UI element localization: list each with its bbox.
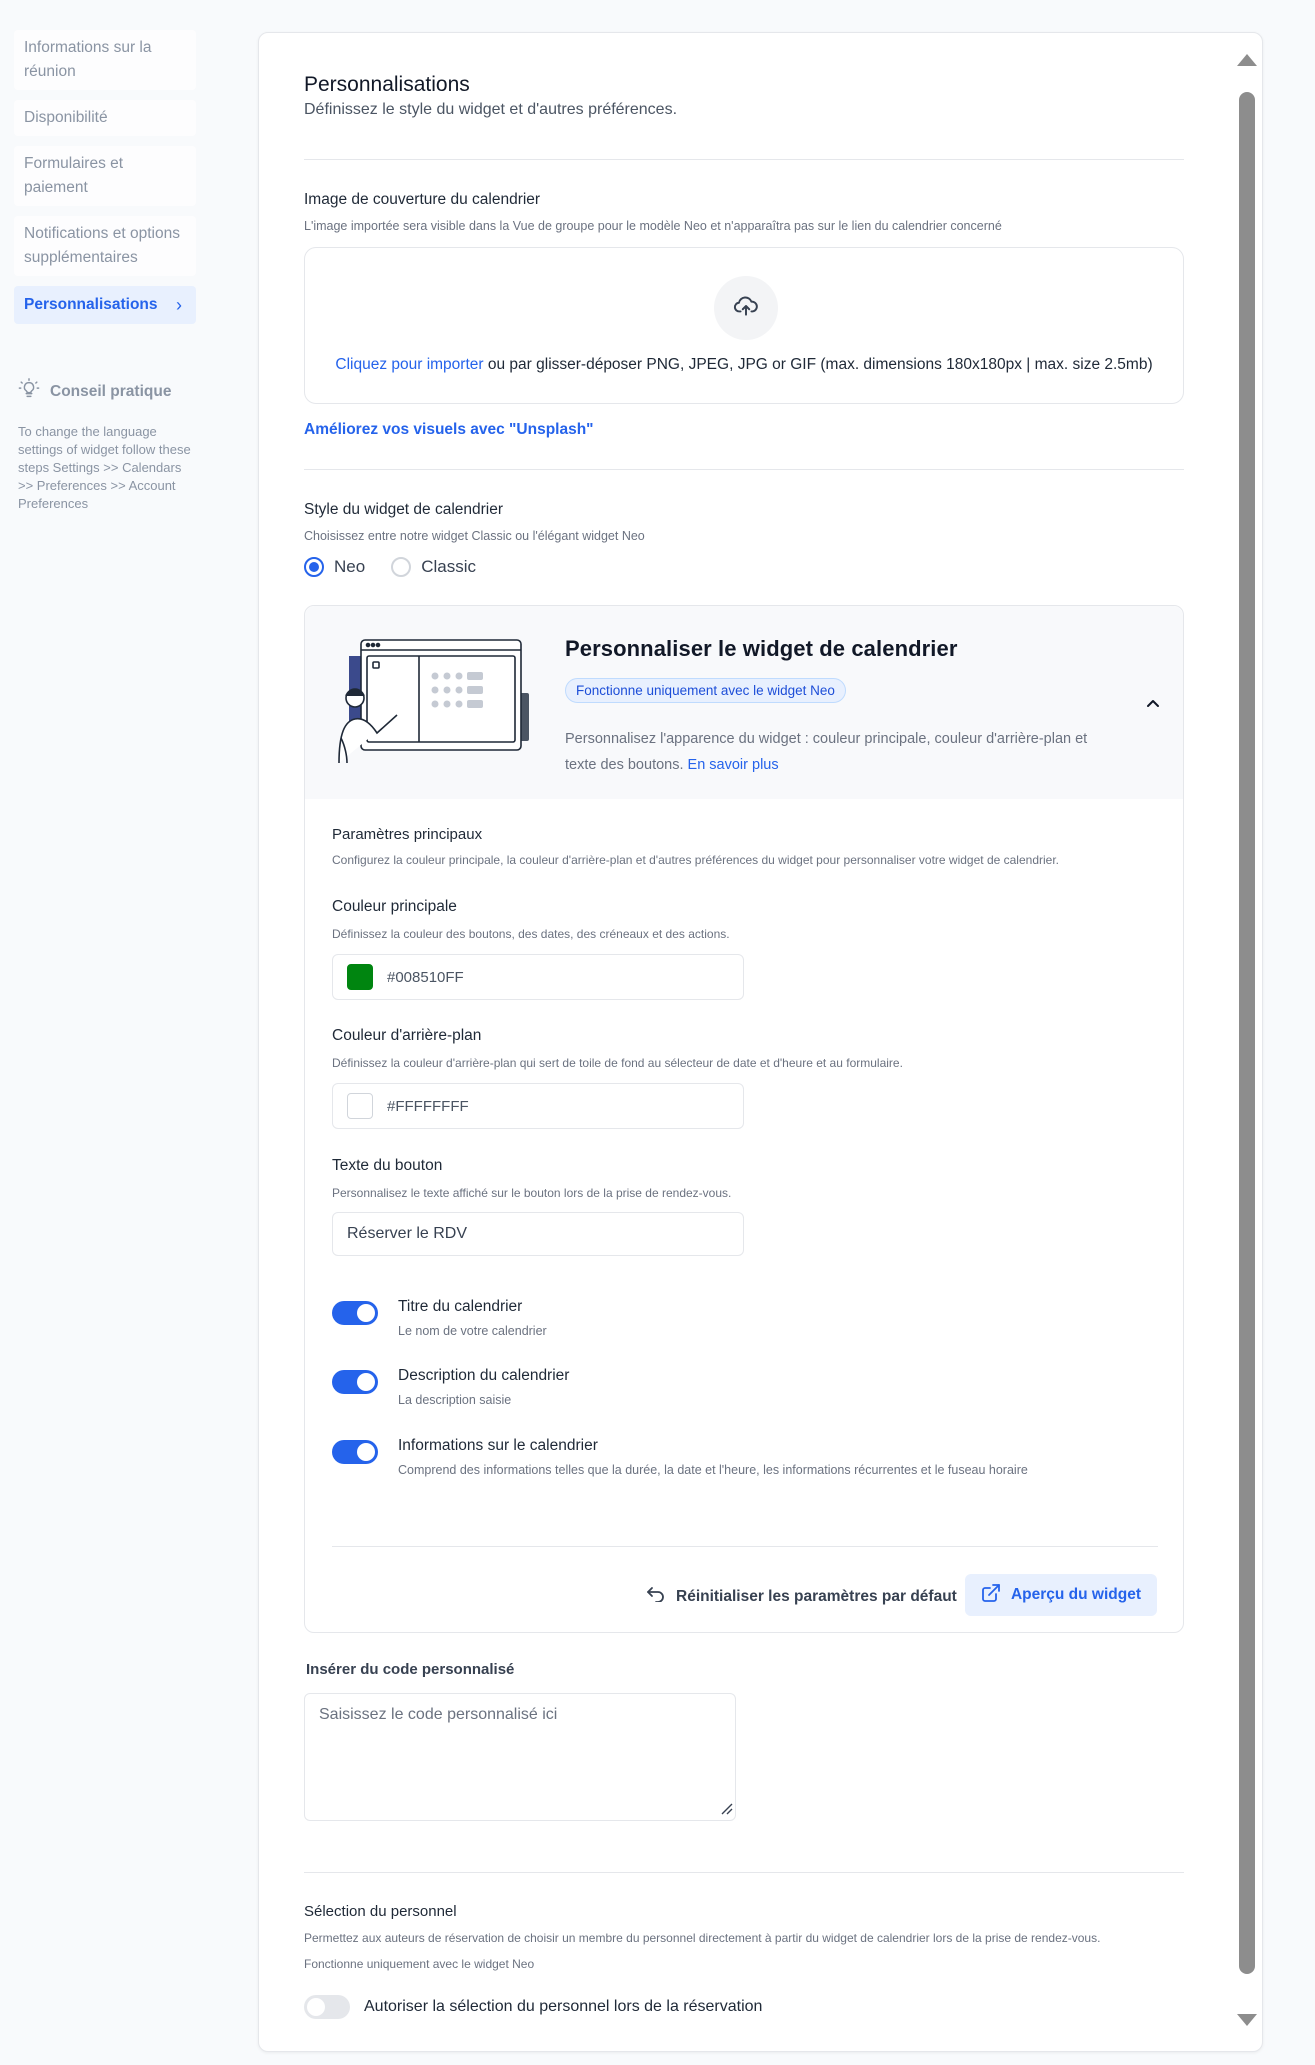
widget-panel-header[interactable]: Personnaliser le widget de calendrier Fo… [305,606,1183,799]
main-settings-hint: Configurez la couleur principale, la cou… [332,853,1059,867]
background-color-label: Couleur d'arrière-plan [332,1027,482,1044]
cover-image-hint: L'image importée sera visible dans la Vu… [304,219,1002,233]
toggle-staff-selection: Autoriser la sélection du personnel lors… [304,1995,762,2019]
primary-color-swatch[interactable] [347,964,373,990]
widget-illustration [325,638,540,773]
radio-neo-dot[interactable] [304,557,324,577]
main-settings-title: Paramètres principaux [332,826,483,843]
staff-selection-label: Sélection du personnel [304,1903,457,1920]
widget-panel-title: Personnaliser le widget de calendrier [565,636,958,661]
sidebar-item-availability[interactable]: Disponibilité [14,100,196,136]
upload-instructions: Cliquez pour importer ou par glisser-dép… [305,356,1183,374]
tip-header: Conseil pratique [18,378,196,405]
background-color-value: #FFFFFFFF [387,1097,469,1115]
custom-code-label: Insérer du code personnalisé [306,1661,515,1678]
scroll-up-arrow[interactable] [1236,52,1258,73]
radio-classic[interactable]: Classic [391,557,476,577]
toggle-calendar-title: Titre du calendrier Le nom de votre cale… [332,1298,547,1338]
reset-defaults-button[interactable]: Réinitialiser les paramètres par défaut [646,1586,957,1607]
sidebar-item-notifications[interactable]: Notifications et options supplémentaires [14,216,196,276]
widget-customization-panel: Personnaliser le widget de calendrier Fo… [304,605,1184,1633]
staff-selection-hint: Permettez aux auteurs de réservation de … [304,1931,1101,1945]
sidebar-item-customizations[interactable]: Personnalisations › [14,286,196,324]
upload-icon-circle [714,276,778,340]
reset-defaults-label: Réinitialiser les paramètres par défaut [676,1587,957,1605]
primary-color-label: Couleur principale [332,898,457,915]
tip-box: Conseil pratique To change the language … [14,378,196,513]
upload-link[interactable]: Cliquez pour importer [335,356,483,373]
learn-more-link[interactable]: En savoir plus [688,757,779,773]
divider [304,469,1184,470]
calendar-description-label: Description du calendrier [398,1367,570,1384]
background-color-hint: Définissez la couleur d'arrière-plan qui… [332,1056,903,1070]
sidebar-item-label: Personnalisations [24,296,158,313]
custom-code-placeholder: Saisissez le code personnalisé ici [319,1706,558,1723]
widget-panel-description: Personnalisez l'apparence du widget : co… [565,726,1115,778]
sidebar-item-meeting-info[interactable]: Informations sur la réunion [14,30,196,90]
toggle-calendar-info: Informations sur le calendrier Comprend … [332,1437,1028,1477]
upload-dropzone[interactable]: Cliquez pour importer ou par glisser-dép… [304,247,1184,404]
chevron-right-icon: › [176,295,182,315]
background-color-field[interactable]: #FFFFFFFF [332,1083,744,1129]
undo-icon [646,1586,666,1607]
calendar-description-sub: La description saisie [398,1393,512,1407]
divider [304,1872,1184,1873]
sidebar: Informations sur la réunion Disponibilit… [14,30,196,513]
chevron-up-icon[interactable] [1145,696,1161,717]
custom-code-textarea[interactable]: Saisissez le code personnalisé ici [304,1693,736,1821]
button-text-input[interactable]: Réserver le RDV [332,1212,744,1256]
radio-neo[interactable]: Neo [304,557,365,577]
calendar-description-toggle[interactable] [332,1370,378,1394]
unsplash-link[interactable]: Améliorez vos visuels avec "Unsplash" [304,421,594,439]
widget-style-label: Style du widget de calendrier [304,501,504,518]
widget-preview-label: Aperçu du widget [1010,1586,1142,1603]
widget-preview-button[interactable]: Aperçu du widget [965,1574,1157,1616]
upload-formats: ou par glisser-déposer PNG, JPEG, JPG or… [483,356,1153,373]
primary-color-field[interactable]: #008510FF [332,954,744,1000]
divider [304,159,1184,160]
widget-desc-text: Personnalisez l'apparence du widget : co… [565,731,1088,773]
background-color-swatch[interactable] [347,1093,373,1119]
calendar-title-toggle[interactable] [332,1301,378,1325]
tip-text: To change the language settings of widge… [18,424,191,511]
settings-card: Personnalisations Définissez le style du… [258,32,1263,2052]
cloud-upload-icon [733,293,759,324]
neo-only-badge: Fonctionne uniquement avec le widget Neo [565,678,846,703]
calendar-title-label: Titre du calendrier [398,1298,523,1315]
staff-selection-note: Fonctionne uniquement avec le widget Neo [304,1957,535,1971]
button-text-value: Réserver le RDV [347,1225,468,1242]
button-text-label: Texte du bouton [332,1157,443,1174]
staff-selection-toggle[interactable] [304,1995,350,2019]
toggle-calendar-description: Description du calendrier La description… [332,1367,569,1407]
calendar-info-label: Informations sur le calendrier [398,1437,598,1454]
primary-color-value: #008510FF [387,968,464,986]
radio-classic-label: Classic [421,557,476,576]
button-text-hint: Personnalisez le texte affiché sur le bo… [332,1186,732,1200]
widget-style-radios: Neo Classic [304,557,476,577]
calendar-info-toggle[interactable] [332,1440,378,1464]
resize-handle-icon[interactable] [719,1801,733,1820]
page-subtitle: Définissez le style du widget et d'autre… [304,101,678,118]
divider [332,1546,1158,1547]
calendar-title-sub: Le nom de votre calendrier [398,1324,547,1338]
radio-classic-dot[interactable] [391,557,412,577]
sidebar-item-forms-payment[interactable]: Formulaires et paiement [14,146,196,206]
widget-style-hint: Choisissez entre notre widget Classic ou… [304,529,645,543]
external-link-icon [981,1583,1001,1608]
calendar-info-sub: Comprend des informations telles que la … [398,1463,1028,1477]
scrollbar-thumb[interactable] [1239,92,1255,1974]
primary-color-hint: Définissez la couleur des boutons, des d… [332,927,730,941]
tip-title: Conseil pratique [50,382,172,400]
lightbulb-icon [18,378,40,405]
cover-image-label: Image de couverture du calendrier [304,191,541,208]
radio-neo-label: Neo [334,557,366,576]
page-title: Personnalisations [304,73,470,96]
staff-selection-toggle-label: Autoriser la sélection du personnel lors… [364,1998,763,2015]
scroll-down-arrow[interactable] [1236,2012,1258,2033]
